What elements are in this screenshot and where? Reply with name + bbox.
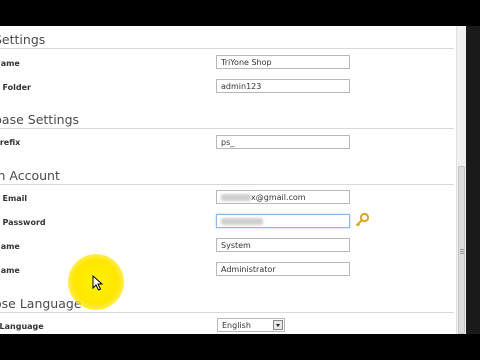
language-select[interactable]: English (217, 318, 285, 332)
section-title-shop-settings: Settings (0, 32, 46, 47)
vertical-scrollbar[interactable] (456, 26, 466, 334)
section-divider (0, 128, 454, 129)
admin-email-value: x@gmail.com (251, 193, 306, 202)
section-divider (0, 48, 454, 49)
admin-folder-input[interactable]: admin123 (216, 79, 350, 93)
settings-form: Settings Name TriYone Shop n Folder admi… (0, 26, 456, 334)
last-name-input[interactable]: Administrator (216, 262, 350, 276)
section-title-admin-account: in Account (0, 168, 60, 183)
shop-name-input[interactable]: TriYone Shop (216, 55, 350, 69)
section-divider (0, 312, 454, 313)
table-prefix-label: Prefix (0, 138, 21, 147)
section-title-database-settings: base Settings (0, 112, 80, 127)
first-name-label: Name (0, 242, 20, 251)
chevron-down-icon[interactable] (273, 320, 283, 330)
admin-password-input[interactable] (216, 214, 350, 228)
last-name-label: Name (0, 266, 20, 275)
mouse-pointer-icon (92, 275, 104, 291)
admin-email-label: n Email (0, 194, 28, 203)
redacted-text (221, 194, 251, 201)
window-edge (466, 26, 480, 334)
admin-folder-label: n Folder (0, 83, 31, 92)
default-language-label: l Language (0, 322, 44, 331)
section-title-choose-language: ose Language (0, 296, 82, 311)
key-icon[interactable] (354, 212, 370, 228)
section-divider (0, 184, 454, 185)
grip-icon (460, 249, 464, 250)
first-name-input[interactable]: System (216, 238, 350, 252)
shop-name-label: Name (0, 59, 20, 68)
language-select-value: English (222, 321, 251, 330)
table-prefix-input[interactable]: ps_ (216, 135, 350, 149)
installer-window: Settings Name TriYone Shop n Folder admi… (0, 26, 480, 334)
admin-password-label: n Password (0, 218, 46, 227)
scrollbar-thumb[interactable] (458, 166, 465, 334)
password-mask (221, 218, 263, 225)
admin-email-input[interactable]: x@gmail.com (216, 190, 350, 204)
